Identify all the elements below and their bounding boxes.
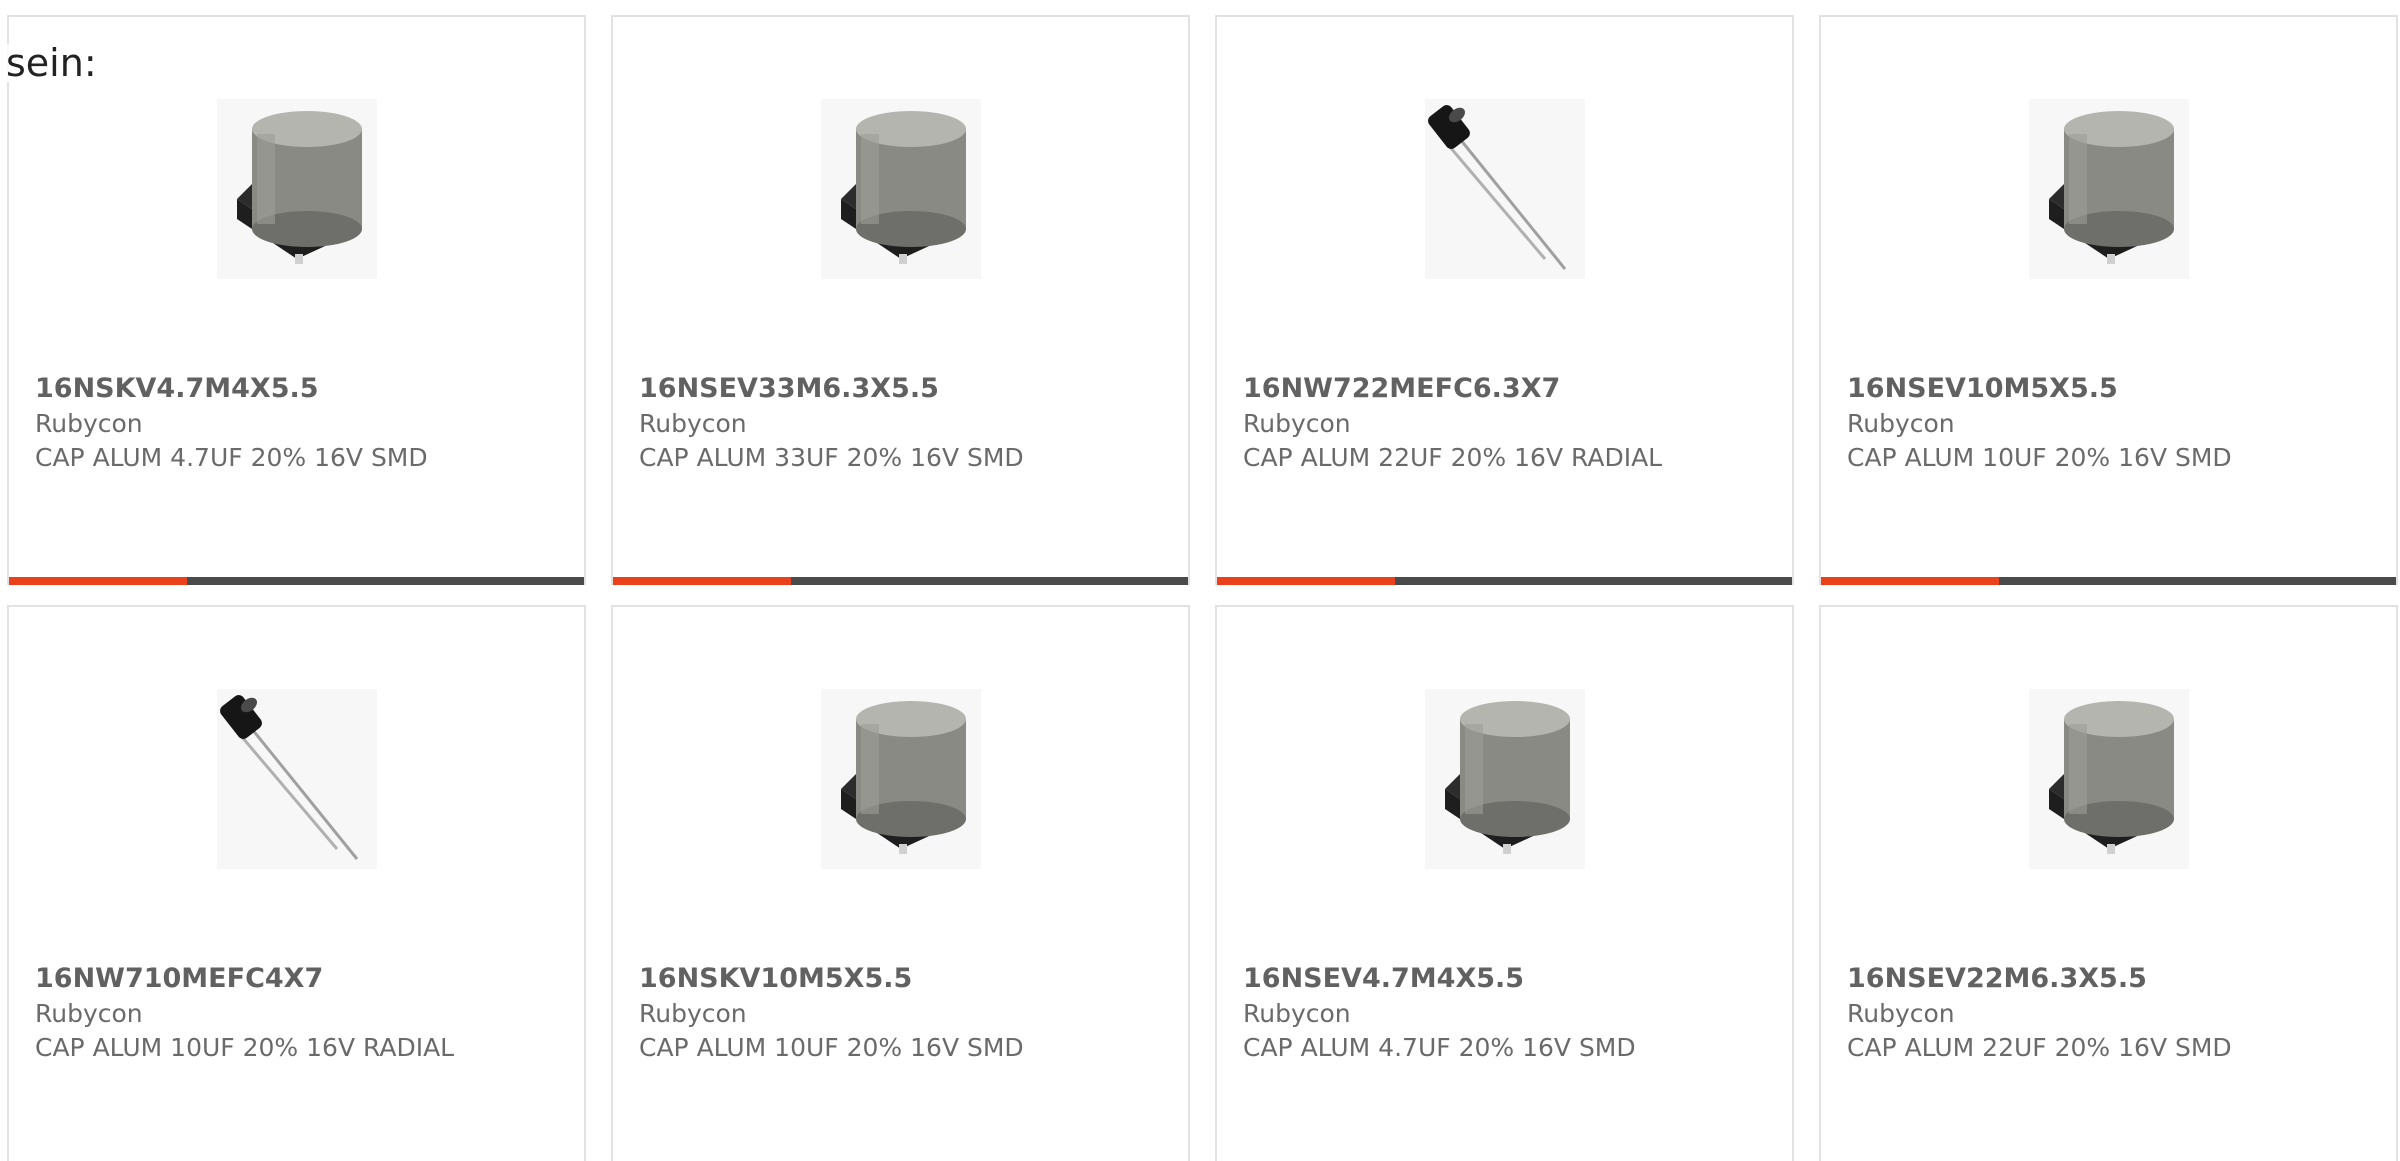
smd-electrolytic-capacitor-image[interactable] — [197, 89, 397, 289]
product-card[interactable]: 16NW710MEFC4X7 Rubycon CAP ALUM 10UF 20%… — [7, 605, 586, 1161]
description-label: CAP ALUM 10UF 20% 16V SMD — [1847, 443, 2232, 472]
smd-electrolytic-capacitor-image[interactable] — [1405, 679, 1605, 879]
product-info: 16NW722MEFC6.3X7 Rubycon CAP ALUM 22UF 2… — [1243, 357, 1772, 475]
product-card[interactable]: 16NSEV4.7M4X5.5 Rubycon CAP ALUM 4.7UF 2… — [1215, 605, 1794, 1161]
part-number-link[interactable]: 16NSEV10M5X5.5 — [1847, 371, 2376, 407]
manufacturer-label: Rubycon — [1243, 999, 1351, 1028]
progress-bar — [1217, 577, 1792, 585]
manufacturer-label: Rubycon — [35, 999, 143, 1028]
part-number-link[interactable]: 16NSKV10M5X5.5 — [639, 961, 1168, 997]
product-card[interactable]: 16NSEV33M6.3X5.5 Rubycon CAP ALUM 33UF 2… — [611, 15, 1190, 585]
manufacturer-label: Rubycon — [639, 999, 747, 1028]
part-number-link[interactable]: 16NW710MEFC4X7 — [35, 961, 564, 997]
product-info: 16NSEV4.7M4X5.5 Rubycon CAP ALUM 4.7UF 2… — [1243, 947, 1772, 1065]
progress-fill — [9, 577, 188, 585]
description-label: CAP ALUM 22UF 20% 16V RADIAL — [1243, 443, 1663, 472]
smd-electrolytic-capacitor-image[interactable] — [801, 679, 1001, 879]
smd-electrolytic-capacitor-image[interactable] — [2009, 89, 2209, 289]
radial-capacitor-image[interactable] — [197, 679, 397, 879]
part-number-link[interactable]: 16NSEV4.7M4X5.5 — [1243, 961, 1772, 997]
product-card[interactable]: 16NSEV22M6.3X5.5 Rubycon CAP ALUM 22UF 2… — [1819, 605, 2398, 1161]
part-number-link[interactable]: 16NSEV22M6.3X5.5 — [1847, 961, 2376, 997]
product-card[interactable]: 16NSKV4.7M4X5.5 Rubycon CAP ALUM 4.7UF 2… — [7, 15, 586, 585]
smd-electrolytic-capacitor-image[interactable] — [2009, 679, 2209, 879]
product-card[interactable]: 16NSKV10M5X5.5 Rubycon CAP ALUM 10UF 20%… — [611, 605, 1190, 1161]
radial-capacitor-image[interactable] — [1405, 89, 1605, 289]
product-info: 16NSEV10M5X5.5 Rubycon CAP ALUM 10UF 20%… — [1847, 357, 2376, 475]
progress-bar — [613, 577, 1188, 585]
product-info: 16NSEV33M6.3X5.5 Rubycon CAP ALUM 33UF 2… — [639, 357, 1168, 475]
product-card[interactable]: 16NSEV10M5X5.5 Rubycon CAP ALUM 10UF 20%… — [1819, 15, 2398, 585]
manufacturer-label: Rubycon — [35, 409, 143, 438]
description-label: CAP ALUM 10UF 20% 16V SMD — [639, 1033, 1024, 1062]
product-card[interactable]: 16NW722MEFC6.3X7 Rubycon CAP ALUM 22UF 2… — [1215, 15, 1794, 585]
progress-fill — [1821, 577, 2000, 585]
progress-fill — [1217, 577, 1396, 585]
manufacturer-label: Rubycon — [1243, 409, 1351, 438]
manufacturer-label: Rubycon — [1847, 409, 1955, 438]
part-number-link[interactable]: 16NSKV4.7M4X5.5 — [35, 371, 564, 407]
product-info: 16NW710MEFC4X7 Rubycon CAP ALUM 10UF 20%… — [35, 947, 564, 1065]
product-info: 16NSKV4.7M4X5.5 Rubycon CAP ALUM 4.7UF 2… — [35, 357, 564, 475]
description-label: CAP ALUM 4.7UF 20% 16V SMD — [35, 443, 428, 472]
intro-text: sein: — [6, 41, 97, 85]
product-grid-page: sein: 16NSKV4.7M4X5.5 Rubycon CAP ALUM 4… — [0, 0, 2400, 1161]
description-label: CAP ALUM 4.7UF 20% 16V SMD — [1243, 1033, 1636, 1062]
product-info: 16NSKV10M5X5.5 Rubycon CAP ALUM 10UF 20%… — [639, 947, 1168, 1065]
progress-fill — [613, 577, 792, 585]
progress-bar — [9, 577, 584, 585]
part-number-link[interactable]: 16NSEV33M6.3X5.5 — [639, 371, 1168, 407]
progress-bar — [1821, 577, 2396, 585]
description-label: CAP ALUM 10UF 20% 16V RADIAL — [35, 1033, 455, 1062]
smd-electrolytic-capacitor-image[interactable] — [801, 89, 1001, 289]
part-number-link[interactable]: 16NW722MEFC6.3X7 — [1243, 371, 1772, 407]
description-label: CAP ALUM 22UF 20% 16V SMD — [1847, 1033, 2232, 1062]
description-label: CAP ALUM 33UF 20% 16V SMD — [639, 443, 1024, 472]
manufacturer-label: Rubycon — [639, 409, 747, 438]
product-info: 16NSEV22M6.3X5.5 Rubycon CAP ALUM 22UF 2… — [1847, 947, 2376, 1065]
manufacturer-label: Rubycon — [1847, 999, 1955, 1028]
